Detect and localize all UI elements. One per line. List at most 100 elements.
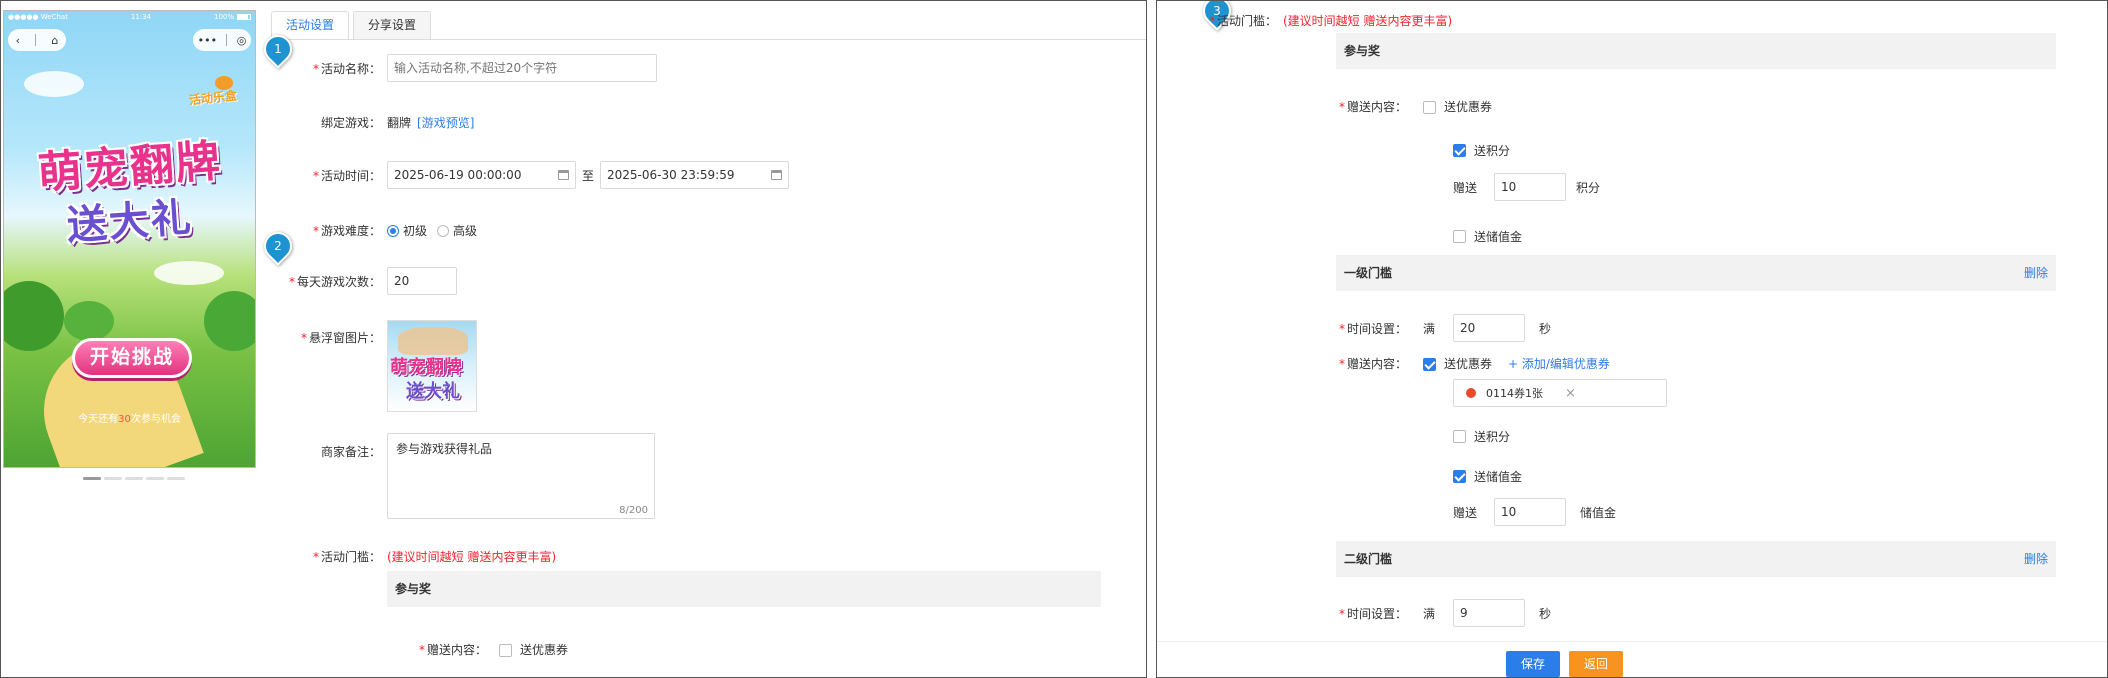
carousel-dots: [83, 477, 185, 480]
tab-share-settings[interactable]: 分享设置: [353, 11, 432, 39]
tabs-divider: [271, 39, 1146, 40]
mini-capsule: ••• ◎: [193, 29, 251, 51]
thumb-title-line1: 萌宠翻牌: [390, 357, 462, 378]
level2-delete-link[interactable]: 删除: [2024, 541, 2048, 577]
remark-textarea[interactable]: 参与游戏获得礼品 8/200: [387, 433, 655, 519]
carousel-dot[interactable]: [146, 477, 164, 480]
float-image-row: * 悬浮窗图片： 萌宠翻牌 送大礼: [281, 320, 477, 412]
start-challenge-button[interactable]: 开始挑战: [72, 338, 192, 378]
send-stored-value-option[interactable]: 送储值金: [1453, 468, 1522, 484]
threshold-hint: (建议时间越短 赠送内容更丰富): [387, 549, 557, 564]
points-amount-input[interactable]: [1494, 173, 1567, 201]
checkbox-checked-icon: [1453, 143, 1466, 157]
send-stored-value-option[interactable]: 送储值金: [1453, 228, 1522, 244]
more-icon[interactable]: •••: [198, 34, 217, 47]
carousel-dot[interactable]: [104, 477, 122, 480]
remark-row: 商家备注： 参与游戏获得礼品 8/200: [281, 433, 655, 519]
level2-threshold-header: 二级门槛 删除: [1336, 541, 2056, 577]
gift-content-label: * 赠送内容：: [1338, 356, 1407, 371]
threshold-row: * 活动门槛： (建议时间越短 赠送内容更丰富): [281, 548, 556, 564]
daily-plays-row: * 每天游戏次数：: [271, 267, 457, 295]
threshold-label: * 活动门槛：: [312, 549, 381, 564]
send-points-option[interactable]: 送积分: [1453, 428, 1510, 444]
give-label: 赠送: [1453, 180, 1478, 195]
level1-seconds-input[interactable]: [1453, 314, 1526, 342]
time-range-separator: 至: [582, 168, 595, 183]
difficulty-easy-option[interactable]: 初级: [387, 222, 427, 239]
level1-time-row: *时间设置： 满 秒: [1307, 314, 1551, 342]
send-points-option[interactable]: 送积分: [1453, 142, 1510, 158]
stored-value-unit: 储值金: [1580, 505, 1617, 520]
nav-separator: [35, 34, 37, 46]
points-unit: 积分: [1576, 180, 1601, 195]
stored-value-amount-input[interactable]: [1494, 498, 1567, 526]
stored-value-amount-row: 赠送 储值金: [1453, 498, 1616, 526]
float-image-label: * 悬浮窗图片：: [300, 331, 381, 345]
status-time: 11:34: [130, 13, 152, 21]
tree-decoration: [4, 281, 64, 351]
back-arrow-icon[interactable]: ‹: [16, 34, 20, 47]
send-coupon-option[interactable]: 送优惠券: [1423, 98, 1492, 115]
gift-content-row: * 赠送内容： 送优惠券: [1307, 98, 1492, 114]
points-amount-row: 赠送 积分: [1453, 173, 1600, 201]
difficulty-label: * 游戏难度：: [312, 223, 381, 238]
status-carrier: ●●●●● WeChat: [8, 13, 68, 21]
difficulty-row: * 游戏难度： 初级 高级: [281, 222, 477, 238]
start-time-input[interactable]: 2025-06-19 00:00:00: [387, 161, 576, 189]
seconds-unit: 秒: [1539, 321, 1552, 336]
checkbox-unchecked-icon: [1423, 100, 1436, 114]
status-battery: 100%: [214, 13, 251, 24]
give-label: 赠送: [1453, 505, 1478, 520]
home-icon[interactable]: ⌂: [51, 34, 58, 47]
activity-name-label: * 活动名称：: [312, 61, 381, 76]
calendar-icon: [558, 170, 569, 180]
seconds-unit: 秒: [1539, 606, 1552, 621]
mini-nav-left: ‹ ⌂: [8, 29, 66, 51]
level1-gift-row: * 赠送内容： 送优惠券 + 添加/编辑优惠券: [1307, 355, 1610, 371]
level1-delete-link[interactable]: 删除: [2024, 255, 2048, 291]
pet-illustration: [398, 327, 468, 355]
carousel-dot[interactable]: [83, 477, 101, 480]
remove-coupon-icon[interactable]: ×: [1565, 386, 1576, 401]
checkbox-unchecked-icon: [1453, 429, 1466, 443]
level2-seconds-input[interactable]: [1453, 599, 1526, 627]
action-footer: 保存 返回: [1157, 641, 2107, 677]
nav-separator: [226, 34, 228, 46]
level1-threshold-header: 一级门槛 删除: [1336, 255, 2056, 291]
float-image-thumbnail[interactable]: 萌宠翻牌 送大礼: [387, 320, 477, 412]
selected-coupon-tag: 0114券1张 ×: [1453, 379, 1667, 407]
send-coupon-option[interactable]: 送优惠券: [499, 641, 568, 658]
difficulty-hard-option[interactable]: 高级: [437, 222, 477, 239]
calendar-icon: [771, 170, 783, 180]
activity-name-input[interactable]: [387, 54, 657, 82]
time-setting-label: * 时间设置：: [1338, 606, 1407, 621]
bind-game-value: 翻牌: [387, 115, 412, 130]
left-panel: ●●●●● WeChat 11:34 100% ‹ ⌂ ••• ◎ 活动乐盒 萌…: [0, 0, 1147, 678]
coupon-tag-row: 0114券1张 ×: [1453, 379, 1667, 407]
end-time-input[interactable]: 2025-06-30 23:59:59: [600, 161, 790, 189]
carousel-dot[interactable]: [167, 477, 185, 480]
cloud-decoration: [154, 261, 224, 285]
activity-time-row: * 活动时间： 2025-06-19 00:00:00 至 2025-06-30 …: [281, 161, 790, 189]
daily-plays-input[interactable]: [387, 267, 457, 295]
threshold-hint: (建议时间越短 赠送内容更丰富): [1283, 13, 1453, 28]
participation-award-header: 参与奖: [387, 571, 1101, 607]
close-circle-icon[interactable]: ◎: [237, 34, 247, 47]
send-coupon-option[interactable]: 送优惠券: [1423, 355, 1492, 372]
carousel-dot[interactable]: [125, 477, 143, 480]
full-label: 满: [1423, 321, 1436, 336]
gift-content-label: * 赠送内容：: [418, 642, 487, 657]
save-button[interactable]: 保存: [1506, 651, 1560, 677]
game-preview-link[interactable]: [游戏预览]: [417, 114, 474, 131]
thumb-title-line2: 送大礼: [406, 381, 460, 402]
back-button[interactable]: 返回: [1569, 651, 1623, 677]
phone-status-bar: ●●●●● WeChat 11:34 100%: [4, 11, 255, 24]
radio-checked-icon: [387, 225, 399, 237]
activity-name-row: * 活动名称：: [281, 54, 657, 82]
brand-logo-text: 活动乐盒: [188, 88, 238, 108]
chance-text: 今天还有30次参与机会: [78, 414, 181, 425]
remark-label: 商家备注：: [320, 445, 381, 459]
settings-tabs: 活动设置 分享设置: [271, 11, 432, 39]
add-edit-coupon-link[interactable]: + 添加/编辑优惠券: [1508, 355, 1610, 372]
battery-icon: [237, 14, 251, 20]
